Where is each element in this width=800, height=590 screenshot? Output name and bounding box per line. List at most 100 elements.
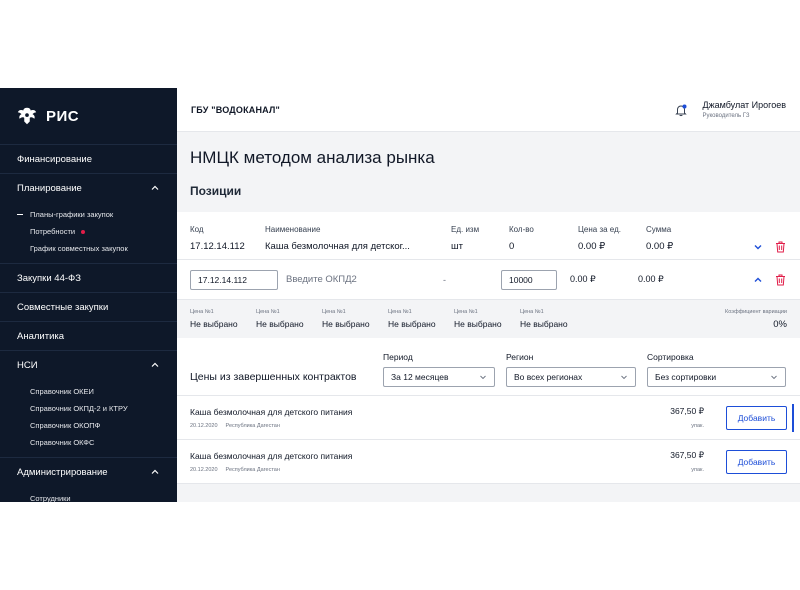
table-row[interactable]: 17.12.14.112 Каша безмолочная для детско… [177,234,800,260]
sidebar-subitem-label: Сотрудники [30,494,71,502]
trash-icon[interactable] [775,274,786,286]
price-slot-value: Не выбрано [322,319,370,329]
sidebar-item-label: Аналитика [17,330,65,342]
contract-info: Каша безмолочная для детского питания 20… [190,407,352,429]
price-slot-label: Цена №1 [322,309,346,315]
logo[interactable]: РИС [0,88,177,144]
coef-label: Коэффициент вариации [725,308,787,315]
sidebar-item-label: НСИ [17,359,38,371]
cell-code: 17.12.14.112 [190,241,245,252]
add-button[interactable]: Добавить [726,405,787,430]
sidebar-item-label: Администрирование [17,466,108,478]
sidebar-item-analytics[interactable]: Аналитика [0,321,177,350]
sidebar-subitem-plans[interactable]: Планы-графики закупок [0,206,177,223]
edit-row: 17.12.14.112 Введите ОКПД2 - 10000 0.00 … [177,260,800,300]
period-select[interactable]: За 12 месяцев [383,367,495,387]
sort-filter: Сортировка Без сортировки [647,352,786,387]
price-slot-5[interactable]: Цена №1 Не выбрано [454,309,520,329]
bell-icon[interactable] [674,103,688,117]
edit-price: 0.00 ₽ [570,274,596,284]
header-name: Наименование [265,225,321,234]
edit-sum: 0.00 ₽ [638,274,664,284]
add-button[interactable]: Добавить [726,449,787,474]
contract-title: Каша безмолочная для детского питания [190,406,353,417]
chevron-up-icon[interactable] [753,275,763,285]
okpd2-input[interactable]: Введите ОКПД2 [278,274,443,285]
price-slot-4[interactable]: Цена №1 Не выбрано [388,309,454,329]
code-input[interactable]: 17.12.14.112 [190,269,278,290]
contract-unit: упак. [691,423,704,429]
app-window: РИС Финансирование Планирование Планы-гр… [0,88,800,502]
sidebar-subitem-okpd2[interactable]: Справочник ОКПД-2 и КТРУ [0,400,177,417]
sidebar-subitem-okopf[interactable]: Справочник ОКОПФ [0,417,177,434]
header-price: Цена за ед. [578,225,621,234]
main-content: ГБУ "ВОДОКАНАЛ" Джамбулат Ирогоев Руково… [177,88,800,502]
planning-submenu: Планы-графики закупок Потребности График… [0,202,177,263]
chevron-down-icon [621,375,627,380]
sidebar-subitem-okfs[interactable]: Справочник ОКФС [0,434,177,451]
cell-sum: 0.00 ₽ [646,241,674,252]
quantity-input[interactable]: 10000 [501,269,557,290]
positions-title: Позиции [190,184,242,198]
header-unit: Ед. изм [451,225,480,234]
trash-icon[interactable] [775,241,786,253]
chevron-down-icon[interactable] [753,242,763,252]
sidebar-subitem-joint-schedule[interactable]: График совместных закупок [0,240,177,257]
price-slot-label: Цена №1 [256,309,280,315]
admin-submenu: Сотрудники [0,486,177,502]
user-role: Руководитель ГЗ [702,113,750,119]
sidebar-item-administration[interactable]: Администрирование [0,457,177,486]
active-marker [17,214,23,215]
code-input-value: 17.12.14.112 [198,274,247,285]
sidebar-subitem-label: Справочник ОКПД-2 и КТРУ [30,404,128,413]
topbar: ГБУ "ВОДОКАНАЛ" Джамбулат Ирогоев Руково… [177,88,800,132]
sidebar-item-nsi[interactable]: НСИ [0,350,177,379]
price-slot-6[interactable]: Цена №1 Не выбрано [520,309,586,329]
region-select[interactable]: Во всех регионах [506,367,636,387]
sidebar-item-label: Планирование [17,182,82,194]
table-header: Код Наименование Ед. изм Кол-во Цена за … [177,212,800,234]
sidebar-item-joint-purchases[interactable]: Совместные закупки [0,292,177,321]
chevron-up-icon [151,185,159,190]
row-actions [753,274,800,286]
price-slot-label: Цена №1 [388,309,412,315]
contract-unit: упак. [691,467,704,473]
notification-dot [81,229,86,234]
price-slot-value: Не выбрано [454,319,502,329]
scrollbar[interactable] [792,404,794,432]
price-slot-value: Не выбрано [256,319,304,329]
price-slot-1[interactable]: Цена №1 Не выбрано [190,309,256,329]
nsi-submenu: Справочник ОКЕИ Справочник ОКПД-2 и КТРУ… [0,379,177,457]
sort-select[interactable]: Без сортировки [647,367,786,387]
eagle-emblem-icon [17,107,37,125]
contract-cost: 367,50 ₽ упак. [670,450,704,473]
sidebar: РИС Финансирование Планирование Планы-гр… [0,88,177,502]
sidebar-item-purchases-44fz[interactable]: Закупки 44-ФЗ [0,263,177,292]
cell-price: 0.00 ₽ [578,241,606,252]
sidebar-subitem-okei[interactable]: Справочник ОКЕИ [0,383,177,400]
cell-qty: 0 [509,241,515,252]
price-slot-3[interactable]: Цена №1 Не выбрано [322,309,388,329]
price-slot-value: Не выбрано [388,319,436,329]
chevron-down-icon [771,375,777,380]
contracts-title: Цены из завершенных контрактов [190,371,357,383]
header-code: Код [190,225,204,234]
topbar-right: Джамбулат Ирогоев Руководитель ГЗ [674,100,786,119]
cell-unit: шт [451,241,463,252]
period-filter: Период За 12 месяцев [383,352,495,387]
sidebar-item-financing[interactable]: Финансирование [0,144,177,173]
region-value: Во всех регионах [514,372,583,382]
sidebar-subitem-needs[interactable]: Потребности [0,223,177,240]
period-value: За 12 месяцев [391,372,449,382]
price-slot-label: Цена №1 [454,309,478,315]
sidebar-item-planning[interactable]: Планирование [0,173,177,202]
sidebar-item-label: Финансирование [17,153,92,165]
sidebar-subitem-label: Справочник ОКОПФ [30,421,101,430]
row-actions [753,241,800,253]
price-slot-2[interactable]: Цена №1 Не выбрано [256,309,322,329]
user-name: Джамбулат Ирогоев [702,100,786,110]
sidebar-subitem-employees[interactable]: Сотрудники [0,490,177,502]
user-profile[interactable]: Джамбулат Ирогоев Руководитель ГЗ [702,100,786,119]
price-slot-value: Не выбрано [520,319,568,329]
contract-info: Каша безмолочная для детского питания 20… [190,451,352,473]
